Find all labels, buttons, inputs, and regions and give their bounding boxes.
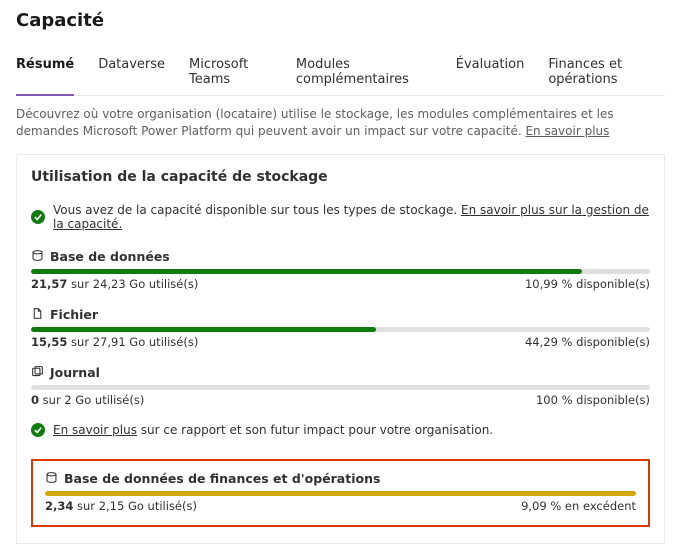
available-text: 44,29 % disponible(s) [525, 335, 650, 349]
used-text: 21,57 sur 24,23 Go utilisé(s) [31, 277, 198, 291]
status-text: Vous avez de la capacité disponible sur … [53, 203, 461, 217]
page-title: Capacité [16, 10, 665, 31]
metric-label: Base de données [50, 249, 170, 264]
check-circle-icon [31, 423, 45, 437]
tab-teams[interactable]: Microsoft Teams [189, 51, 272, 95]
progress-fill [31, 327, 376, 332]
tab-addons[interactable]: Modules complémentaires [296, 51, 432, 95]
used-text: 0 sur 2 Go utilisé(s) [31, 393, 144, 407]
metric-finops-database: Base de données de finances et d'opérati… [45, 471, 636, 513]
intro-body: Découvrez où votre organisation (locatai… [16, 107, 614, 138]
progress-bar [45, 491, 636, 496]
journal-icon [31, 365, 44, 381]
progress-fill [31, 269, 582, 274]
metric-label: Base de données de finances et d'opérati… [64, 471, 380, 486]
check-circle-icon [31, 210, 45, 224]
tab-finops[interactable]: Finances et opérations [548, 51, 665, 95]
progress-bar [31, 269, 650, 274]
intro-text: Découvrez où votre organisation (locatai… [16, 106, 665, 140]
used-text: 15,55 sur 27,91 Go utilisé(s) [31, 335, 198, 349]
tab-resume[interactable]: Résumé [16, 51, 74, 95]
metric-database: Base de données 21,57 sur 24,23 Go utili… [31, 249, 650, 291]
used-text: 2,34 sur 2,15 Go utilisé(s) [45, 499, 197, 513]
finops-highlight-box: Base de données de finances et d'opérati… [31, 459, 650, 527]
intro-learn-more-link[interactable]: En savoir plus [525, 124, 609, 138]
database-icon [31, 249, 44, 265]
info-line: En savoir plus sur ce rapport et son fut… [31, 423, 650, 437]
card-title: Utilisation de la capacité de stockage [31, 169, 650, 185]
metric-label: Journal [50, 365, 100, 380]
metric-label: Fichier [50, 307, 98, 322]
metric-file: Fichier 15,55 sur 27,91 Go utilisé(s) 44… [31, 307, 650, 349]
available-text: 9,09 % en excédent [521, 499, 636, 513]
tab-eval[interactable]: Évaluation [456, 51, 525, 95]
file-icon [31, 307, 44, 323]
metric-journal: Journal 0 sur 2 Go utilisé(s) 100 % disp… [31, 365, 650, 407]
available-text: 100 % disponible(s) [536, 393, 650, 407]
database-icon [45, 471, 58, 487]
progress-bar [31, 385, 650, 390]
info-text-rest: sur ce rapport et son futur impact pour … [137, 423, 493, 437]
available-text: 10,99 % disponible(s) [525, 277, 650, 291]
tab-dataverse[interactable]: Dataverse [98, 51, 165, 95]
progress-fill [45, 491, 636, 496]
storage-usage-card: Utilisation de la capacité de stockage V… [16, 154, 665, 544]
tab-bar: Résumé Dataverse Microsoft Teams Modules co… [16, 51, 665, 96]
info-learn-more-link[interactable]: En savoir plus [53, 423, 137, 437]
status-line: Vous avez de la capacité disponible sur … [31, 203, 650, 231]
progress-bar [31, 327, 650, 332]
